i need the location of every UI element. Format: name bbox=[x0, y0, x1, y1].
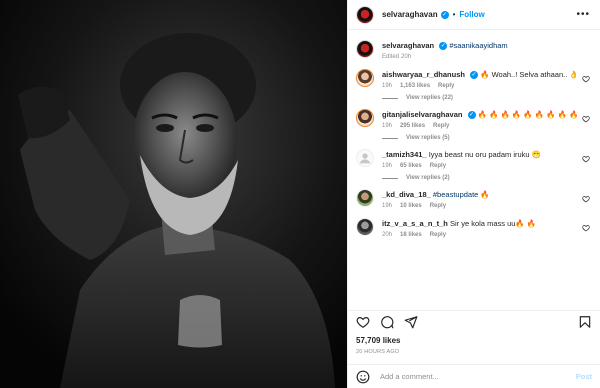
comment-time: 20h bbox=[382, 232, 393, 238]
bookmark-icon[interactable] bbox=[578, 315, 592, 329]
reply-button[interactable]: Reply bbox=[433, 123, 449, 129]
view-replies-button[interactable]: View replies (2) bbox=[382, 175, 592, 181]
commenter-avatar[interactable] bbox=[356, 109, 374, 127]
comment-time: 19h bbox=[382, 123, 393, 129]
author-username[interactable]: selvaraghavan bbox=[382, 10, 438, 19]
commenter-username[interactable]: _tamizh341_ bbox=[382, 150, 427, 159]
comment-time: 19h bbox=[382, 163, 393, 169]
post-image bbox=[0, 0, 347, 388]
heart-icon[interactable] bbox=[582, 115, 590, 123]
add-comment-bar: Post bbox=[348, 364, 600, 388]
verified-badge-icon: ✓ bbox=[440, 10, 449, 19]
post-comment-button[interactable]: Post bbox=[576, 372, 592, 381]
follow-button[interactable]: Follow bbox=[459, 10, 484, 19]
caption-username[interactable]: selvaraghavan bbox=[382, 41, 434, 50]
comment-time: 19h bbox=[382, 203, 393, 209]
verified-badge-icon: ✓ bbox=[470, 71, 479, 80]
share-icon[interactable] bbox=[404, 315, 418, 329]
view-replies-label: View replies (5) bbox=[406, 135, 450, 141]
reply-button[interactable]: Reply bbox=[430, 203, 446, 209]
author-avatar[interactable] bbox=[356, 5, 374, 24]
post-header: selvaraghavan ✓ • Follow ••• bbox=[348, 0, 600, 30]
comment-likes[interactable]: 1,163 likes bbox=[400, 83, 430, 89]
commenter-avatar[interactable] bbox=[356, 218, 374, 236]
reply-button[interactable]: Reply bbox=[430, 232, 446, 238]
reply-button[interactable]: Reply bbox=[430, 163, 446, 169]
comment-item: itz_v_a_s_a_n_t_h Sir ye kola mass uu🔥 🔥… bbox=[356, 218, 592, 238]
edited-label: Edited bbox=[382, 54, 400, 60]
comment-icon[interactable] bbox=[380, 315, 394, 329]
view-replies-button[interactable]: View replies (22) bbox=[382, 95, 592, 101]
comment-time: 19h bbox=[382, 83, 393, 89]
commenter-username[interactable]: aishwaryaa_r_dhanush bbox=[382, 70, 465, 79]
commenter-username[interactable]: _kd_diva_18_ bbox=[382, 190, 431, 199]
post-timestamp: 20 HOURS AGO bbox=[356, 349, 400, 355]
likes-count[interactable]: 57,709 likes bbox=[356, 336, 400, 345]
comment-likes[interactable]: 10 likes bbox=[400, 203, 422, 209]
more-options-icon[interactable]: ••• bbox=[576, 9, 590, 20]
commenter-avatar[interactable] bbox=[356, 149, 374, 167]
heart-icon[interactable] bbox=[582, 224, 590, 232]
comment-text: 🔥 🔥 🔥 🔥 🔥 🔥 🔥 🔥 🔥 bbox=[477, 110, 579, 119]
view-replies-button[interactable]: View replies (5) bbox=[382, 135, 592, 141]
caption: selvaraghavan ✓ #saanikaayidham Edited 2… bbox=[356, 30, 592, 60]
heart-icon[interactable] bbox=[356, 315, 370, 329]
comment-item: _tamizh341_ Iyya beast nu oru padam iruk… bbox=[356, 149, 592, 169]
post-detail-panel: selvaraghavan ✓ • Follow ••• selvaraghav… bbox=[347, 0, 600, 388]
default-avatar-icon bbox=[359, 153, 371, 164]
emoji-icon[interactable] bbox=[356, 370, 370, 384]
commenter-avatar[interactable] bbox=[356, 69, 374, 87]
comment-text: Iyya beast nu oru padam iruku 😁 bbox=[428, 150, 542, 159]
comment-item: aishwaryaa_r_dhanush ✓ 🔥 Woah..! Selva a… bbox=[356, 69, 592, 89]
comment-item: _kd_diva_18_ #beastupdate 🔥 19h 10 likes… bbox=[356, 189, 592, 209]
comments-list[interactable]: selvaraghavan ✓ #saanikaayidham Edited 2… bbox=[348, 30, 600, 310]
comment-likes[interactable]: 65 likes bbox=[400, 163, 422, 169]
comment-input[interactable] bbox=[380, 372, 576, 381]
verified-badge-icon: ✓ bbox=[439, 42, 448, 51]
heart-icon[interactable] bbox=[582, 75, 590, 83]
comment-text: 🔥 Woah..! Selva athaan.. 👌 bbox=[480, 70, 579, 79]
caption-time: 20h bbox=[401, 54, 412, 60]
comment-item: gitanjaliselvaraghavan ✓ 🔥 🔥 🔥 🔥 🔥 🔥 🔥 🔥… bbox=[356, 109, 592, 129]
comment-likes[interactable]: 18 likes bbox=[400, 232, 422, 238]
heart-icon[interactable] bbox=[582, 195, 590, 203]
view-replies-label: View replies (2) bbox=[406, 175, 450, 181]
verified-badge-icon: ✓ bbox=[467, 111, 476, 120]
view-replies-label: View replies (22) bbox=[406, 95, 453, 101]
commenter-avatar[interactable] bbox=[356, 189, 374, 207]
comment-text: #beastupdate 🔥 bbox=[432, 190, 490, 199]
caption-hashtag[interactable]: #saanikaayidham bbox=[449, 41, 507, 50]
separator-dot: • bbox=[452, 10, 456, 19]
caption-avatar[interactable] bbox=[356, 40, 374, 58]
commenter-username[interactable]: itz_v_a_s_a_n_t_h bbox=[382, 219, 448, 228]
post-photo[interactable] bbox=[0, 0, 347, 388]
commenter-username[interactable]: gitanjaliselvaraghavan bbox=[382, 110, 462, 119]
comment-likes[interactable]: 295 likes bbox=[400, 123, 425, 129]
comment-text: Sir ye kola mass uu🔥 🔥 bbox=[449, 219, 537, 228]
post-actions-bar bbox=[348, 310, 600, 332]
heart-icon[interactable] bbox=[582, 155, 590, 163]
reply-button[interactable]: Reply bbox=[438, 83, 454, 89]
